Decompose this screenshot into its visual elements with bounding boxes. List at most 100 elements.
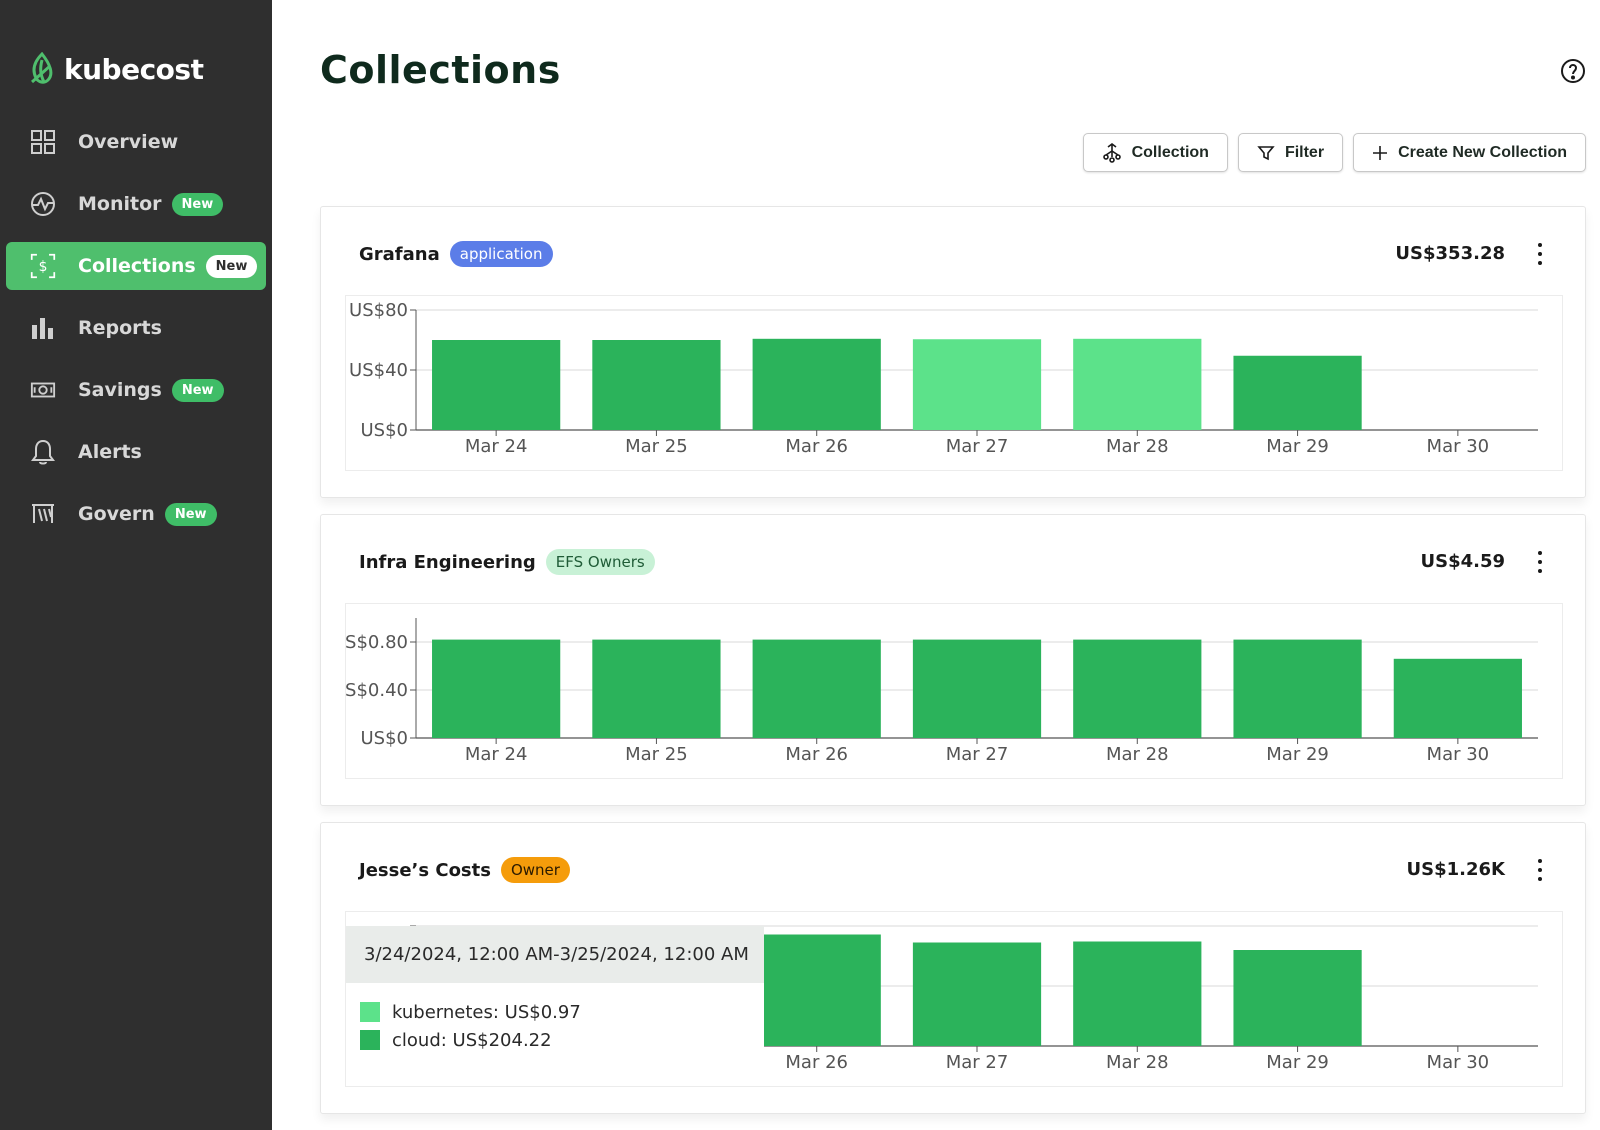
x-tick-label: Mar 29 [1266,1052,1329,1073]
sidebar-item-savings[interactable]: Savings New [6,366,266,414]
bar-chart-icon [30,315,56,341]
more-options-icon[interactable] [1537,243,1543,265]
sidebar: kubecost Overview Monitor New $ Collecti… [0,0,272,1130]
x-tick-label: Mar 29 [1266,436,1329,457]
more-options-icon[interactable] [1537,859,1543,881]
main-content: Collections Collection Filter Create New… [272,0,1600,1130]
cost-chart: US$0 US$0.40 US$0.80 Mar 24 Mar 25 Mar 26 Mar … [345,603,1563,779]
collection-tag: EFS Owners [545,549,655,575]
bar-cloud [1233,950,1362,1046]
y-tick-label: US$80 [349,300,408,321]
x-tick-label: Mar 26 [785,744,848,765]
bar-cloud [592,639,721,738]
bar-cloud [432,639,561,738]
pulse-icon [30,191,56,217]
x-tick-label: Mar 26 [785,1052,848,1073]
sidebar-item-label: Overview [78,131,179,153]
sidebar-item-label: Alerts [78,441,142,463]
x-tick-label: Mar 28 [1106,744,1169,765]
new-badge: New [171,378,224,402]
sidebar-item-monitor[interactable]: Monitor New [6,180,266,228]
bar-cloud [1073,941,1202,1046]
bar-cloud [432,340,561,430]
new-badge: New [171,192,224,216]
bar-cloud [1073,639,1202,738]
tooltip-value: cloud: US$204.22 [392,1029,552,1051]
x-tick-label: Mar 24 [465,744,528,765]
bar-cloud [912,639,1042,738]
sidebar-item-label: Govern [78,503,155,525]
sidebar-item-overview[interactable]: Overview [6,118,266,166]
x-tick-label: Mar 27 [946,1052,1009,1073]
sidebar-item-reports[interactable]: Reports [6,304,266,352]
bar-cloud [1233,355,1362,430]
bell-icon [30,439,56,465]
y-tick-label: US$0 [360,420,408,441]
toolbar: Collection Filter Create New Collection [1082,133,1586,172]
sidebar-item-alerts[interactable]: Alerts [6,428,266,476]
page-title: Collections [320,48,561,92]
plus-icon [1373,145,1388,160]
bar-kubernetes [912,339,1042,430]
kubecost-leaf-icon [31,52,53,84]
x-tick-label: Mar 25 [625,744,688,765]
collection-name[interactable]: Jesse’s Costs [359,860,491,881]
x-tick-label: Mar 28 [1106,436,1169,457]
y-tick-label: US$0 [360,728,408,749]
tooltip-row-kubernetes: kubernetes: US$0.97 [360,998,764,1026]
collection-total: US$353.28 [1395,243,1505,264]
svg-text:$: $ [39,259,48,275]
cost-bar-chart: US$0 US$0.40 US$0.80 Mar 24 Mar 25 Mar 26 Mar … [346,618,1538,765]
filter-button[interactable]: Filter [1237,133,1344,172]
collection-total: US$4.59 [1420,551,1505,572]
y-tick-label: US$40 [349,360,408,381]
sidebar-item-label: Reports [78,317,162,339]
x-tick-label: Mar 28 [1106,1052,1169,1073]
cost-chart: Mar 24Mar 25Mar 26Mar 27Mar 28Mar 29Mar … [345,911,1563,1087]
collection-name[interactable]: Grafana [359,244,440,265]
more-options-icon[interactable] [1537,551,1543,573]
tooltip-value: kubernetes: US$0.97 [392,1001,581,1023]
bar-cloud [592,340,721,430]
sidebar-item-label: Monitor [78,193,162,215]
y-tick-label: US$0.80 [346,632,408,653]
x-tick-label: Mar 30 [1427,1052,1490,1073]
chart-tooltip: 3/24/2024, 12:00 AM-3/25/2024, 12:00 AM … [346,926,764,1084]
bar-cloud [1233,639,1362,738]
collection-name[interactable]: Infra Engineering [359,552,536,573]
x-tick-label: Mar 30 [1427,744,1490,765]
help-icon[interactable] [1560,58,1586,84]
x-tick-label: Mar 29 [1266,744,1329,765]
legend-swatch-kubernetes [360,1002,380,1022]
x-tick-label: Mar 26 [785,436,848,457]
bar-cloud [752,934,881,1046]
grid-icon [30,129,56,155]
x-tick-label: Mar 27 [946,744,1009,765]
collection-card-infra-engineering[interactable]: Infra Engineering EFS Owners US$4.59 US$… [320,514,1586,806]
collection-card-grafana[interactable]: Grafana application US$353.28 US$0 US$40 U… [320,206,1586,498]
filter-button-label: Filter [1284,143,1325,161]
cost-chart: US$0 US$40 US$80 Mar 24 Mar 25 Mar 26 Mar 27 Ma… [345,295,1563,471]
brand-logo[interactable]: kubecost [28,52,204,86]
bar-kubernetes [1073,338,1202,430]
filter-icon [1257,145,1275,160]
x-tick-label: Mar 25 [625,436,688,457]
tooltip-date-range: 3/24/2024, 12:00 AM-3/25/2024, 12:00 AM [346,926,764,983]
collection-tag: Owner [500,857,570,883]
brand-name: kubecost [64,52,204,86]
legend-swatch-cloud [360,1030,380,1050]
create-new-collection-button[interactable]: Create New Collection [1353,133,1586,172]
sidebar-item-collections[interactable]: $ Collections New [6,242,266,290]
x-tick-label: Mar 27 [946,436,1009,457]
collection-button[interactable]: Collection [1082,133,1228,172]
collection-button-label: Collection [1131,143,1209,161]
x-tick-label: Mar 30 [1427,436,1490,457]
sidebar-item-govern[interactable]: Govern New [6,490,266,538]
sidebar-item-label: Savings [78,379,162,401]
cost-bar-chart: US$0 US$40 US$80 Mar 24 Mar 25 Mar 26 Mar 27 Ma… [349,300,1538,457]
govern-icon [30,501,56,527]
network-icon [1102,142,1121,163]
sidebar-nav: Overview Monitor New $ Collections New R… [0,118,272,552]
collection-tag: application [449,241,553,267]
collection-card-jesses-costs[interactable]: Jesse’s Costs Owner US$1.26K Mar 24Mar 2… [320,822,1586,1114]
